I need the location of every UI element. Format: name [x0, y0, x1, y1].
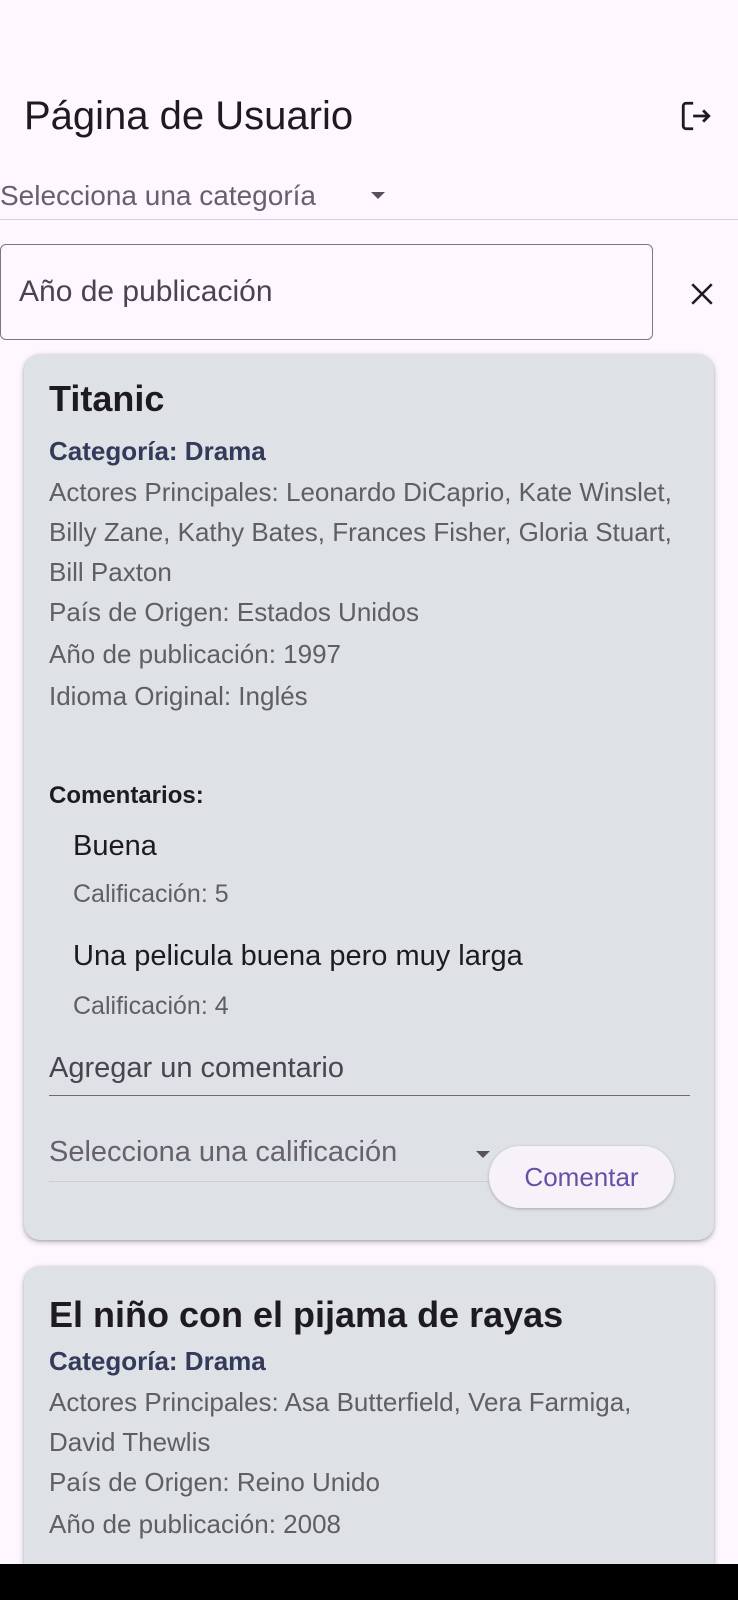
- movie-actors: Actores Principales: Leonardo DiCaprio, …: [49, 477, 672, 587]
- comment-button[interactable]: Comentar: [489, 1146, 674, 1208]
- dropdown-arrow-icon: [371, 192, 385, 199]
- system-navigation-bar: [0, 1564, 738, 1600]
- year-search-field[interactable]: [0, 244, 653, 340]
- comment-rating: Calificación: 4: [73, 992, 229, 1020]
- comment-rating: Calificación: 5: [73, 880, 229, 908]
- movie-country: País de Origen: Reino Unido: [49, 1467, 380, 1497]
- close-icon: [691, 283, 713, 305]
- dropdown-arrow-icon: [476, 1151, 490, 1158]
- movie-category: Categoría: Drama: [49, 1346, 266, 1376]
- app-bar: Página de Usuario: [0, 84, 738, 154]
- add-comment-input[interactable]: [49, 1046, 690, 1090]
- movie-year: Año de publicación: 1997: [49, 639, 342, 669]
- category-dropdown[interactable]: Selecciona una categoría: [0, 172, 738, 220]
- clear-filter-button[interactable]: [680, 272, 724, 316]
- movie-title: El niño con el pijama de rayas: [49, 1294, 564, 1335]
- movie-country: País de Origen: Estados Unidos: [49, 597, 419, 627]
- logout-button[interactable]: [674, 94, 718, 138]
- rating-dropdown[interactable]: Selecciona una calificación: [49, 1132, 501, 1182]
- movie-actors: Actores Principales: Asa Butterfield, Ve…: [49, 1387, 632, 1457]
- movie-card: Titanic Categoría: Drama Actores Princip…: [24, 354, 714, 1240]
- movie-language: Idioma Original: Inglés: [49, 681, 308, 711]
- movie-card: El niño con el pijama de rayas Categoría…: [24, 1266, 714, 1600]
- comment-text: Una pelicula buena pero muy larga: [73, 940, 523, 972]
- movie-title: Titanic: [49, 378, 165, 419]
- page-title: Página de Usuario: [24, 94, 354, 138]
- comments-heading: Comentarios:: [49, 782, 204, 809]
- movie-year: Año de publicación: 2008: [49, 1509, 342, 1539]
- rating-dropdown-label: Selecciona una calificación: [49, 1136, 398, 1168]
- add-comment-field[interactable]: [49, 1046, 690, 1096]
- comment-text: Buena: [73, 830, 157, 862]
- logout-icon: [681, 101, 711, 131]
- user-page: Página de Usuario Selecciona una categor…: [0, 0, 738, 1600]
- category-dropdown-label: Selecciona una categoría: [0, 180, 316, 211]
- movie-category: Categoría: Drama: [49, 436, 266, 466]
- year-search-input[interactable]: [1, 245, 652, 339]
